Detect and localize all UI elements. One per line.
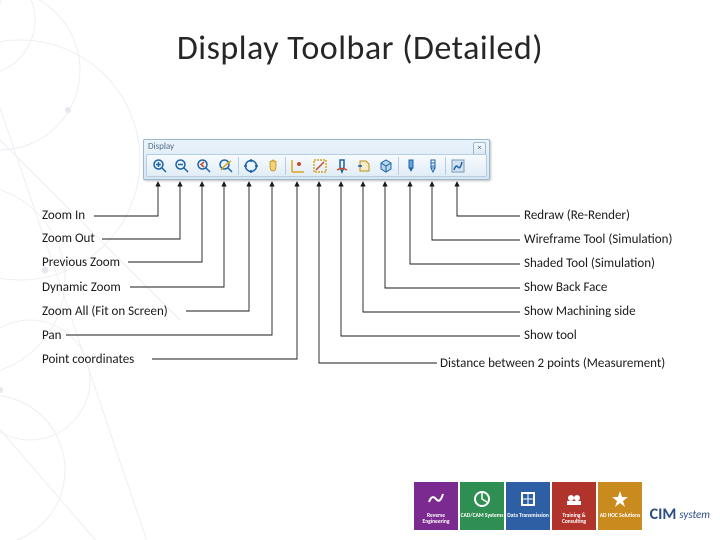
show-tool-icon[interactable] <box>331 155 353 176</box>
label-dyn-zoom: Dynamic Zoom <box>42 280 121 295</box>
footer-tiles: Reverse Engineering CAD/CAM Systems Data… <box>412 482 642 530</box>
footer-tile: AD HOC Solutions <box>598 482 642 530</box>
footer: Reverse Engineering CAD/CAM Systems Data… <box>0 484 720 540</box>
display-toolbar: Display × <box>143 139 490 180</box>
cim-logo: CIM system <box>650 505 710 524</box>
point-coord-icon[interactable] <box>287 155 309 176</box>
footer-tile: Data Transmission <box>506 482 550 530</box>
label-distance: Distance between 2 points (Measurement) <box>440 356 665 371</box>
label-back-face: Show Back Face <box>524 280 607 295</box>
zoom-in-icon[interactable] <box>149 155 171 176</box>
wireframe-tool-icon[interactable] <box>422 155 444 176</box>
label-pan: Pan <box>42 328 62 343</box>
prev-zoom-icon[interactable] <box>193 155 215 176</box>
shaded-tool-icon[interactable] <box>400 155 422 176</box>
footer-tile: Training & Consulting <box>552 482 596 530</box>
dyn-zoom-icon[interactable] <box>215 155 237 176</box>
label-prev-zoom: Previous Zoom <box>42 255 120 270</box>
label-zoom-in: Zoom In <box>42 208 85 223</box>
label-wireframe: Wireframe Tool (Simulation) <box>524 232 672 247</box>
label-shaded: Shaded Tool (Simulation) <box>524 256 655 271</box>
back-face-icon[interactable] <box>375 155 397 176</box>
label-zoom-out: Zoom Out <box>42 231 95 246</box>
page-title: Display Toolbar (Detailed) <box>0 28 720 69</box>
label-point-coord: Point coordinates <box>42 352 134 367</box>
pan-icon[interactable] <box>262 155 284 176</box>
label-redraw: Redraw (Re-Render) <box>524 208 630 223</box>
footer-tile: CAD/CAM Systems <box>460 482 504 530</box>
footer-tile: Reverse Engineering <box>414 482 458 530</box>
zoom-all-icon[interactable] <box>240 155 262 176</box>
mach-side-icon[interactable] <box>353 155 375 176</box>
label-show-tool: Show tool <box>524 328 577 343</box>
toolbar-title: Display <box>148 141 174 152</box>
background-decoration <box>0 0 200 540</box>
distance-icon[interactable] <box>309 155 331 176</box>
label-mach-side: Show Machining side <box>524 304 636 319</box>
zoom-out-icon[interactable] <box>171 155 193 176</box>
toolbar-strip <box>146 154 487 177</box>
label-zoom-all: Zoom All (Fit on Screen) <box>42 304 168 319</box>
redraw-icon[interactable] <box>447 155 469 176</box>
